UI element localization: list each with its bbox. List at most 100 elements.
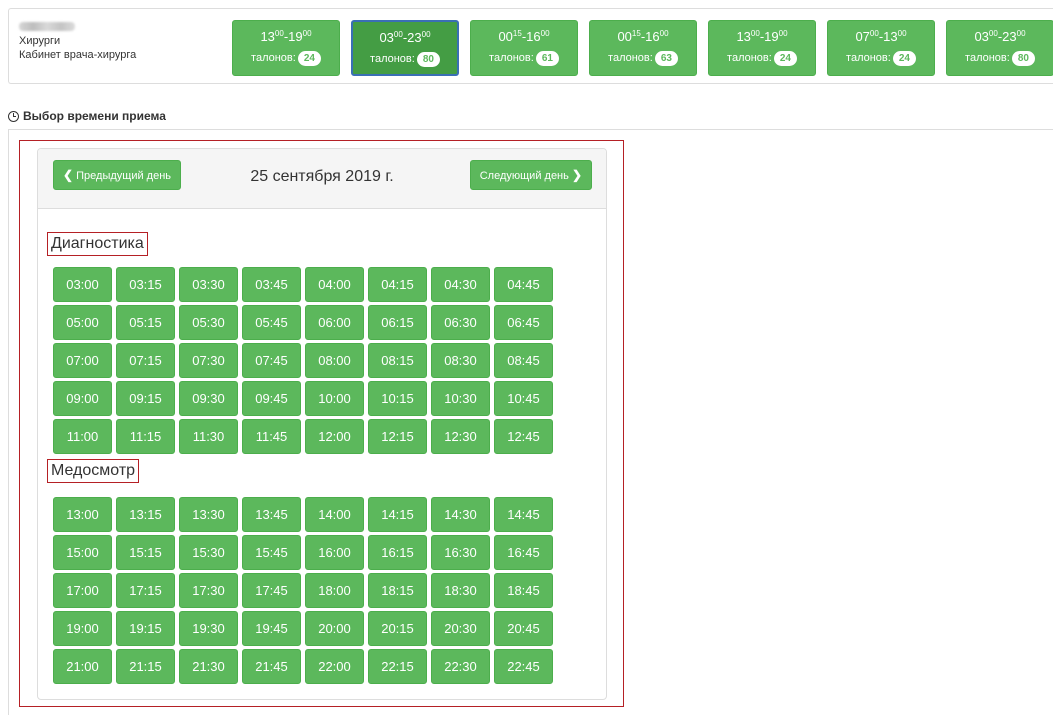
time-slot-button[interactable]: 11:45: [242, 419, 301, 454]
time-slot-button[interactable]: 18:15: [368, 573, 427, 608]
time-slot-button[interactable]: 09:00: [53, 381, 112, 416]
time-slot-button[interactable]: 10:30: [431, 381, 490, 416]
time-slot-button[interactable]: 20:30: [431, 611, 490, 646]
time-slot-button[interactable]: 08:15: [368, 343, 427, 378]
time-slot-button[interactable]: 14:30: [431, 497, 490, 532]
start-hour: 03: [379, 30, 394, 45]
end-hour: 23: [407, 30, 422, 45]
time-slot-button[interactable]: 11:00: [53, 419, 112, 454]
time-slot-button[interactable]: 18:45: [494, 573, 553, 608]
time-slot-button[interactable]: 16:00: [305, 535, 364, 570]
schedule-slot[interactable]: 0700-1300 талонов: 24: [827, 20, 935, 76]
time-slot-button[interactable]: 08:00: [305, 343, 364, 378]
time-slot-button[interactable]: 06:45: [494, 305, 553, 340]
time-slot-button[interactable]: 13:15: [116, 497, 175, 532]
schedule-slot[interactable]: 0015-1600 талонов: 61: [470, 20, 578, 76]
next-day-label: Следующий день: [479, 170, 569, 182]
time-slot-button[interactable]: 09:30: [179, 381, 238, 416]
time-slot-button[interactable]: 19:15: [116, 611, 175, 646]
time-slot-button[interactable]: 04:45: [494, 267, 553, 302]
time-slot-button[interactable]: 03:00: [53, 267, 112, 302]
time-slot-button[interactable]: 14:00: [305, 497, 364, 532]
time-slot-button[interactable]: 06:15: [368, 305, 427, 340]
time-slot-button[interactable]: 12:15: [368, 419, 427, 454]
end-minute: 00: [778, 29, 788, 38]
doctor-name-redacted: [19, 22, 75, 31]
time-slot-button[interactable]: 14:15: [368, 497, 427, 532]
time-slot-button[interactable]: 10:45: [494, 381, 553, 416]
tickets-count-badge: 63: [654, 51, 678, 66]
time-slot-button[interactable]: 05:15: [116, 305, 175, 340]
time-slot-button[interactable]: 04:00: [305, 267, 364, 302]
time-slot-button[interactable]: 03:15: [116, 267, 175, 302]
time-slot-button[interactable]: 10:00: [305, 381, 364, 416]
schedule-slot[interactable]: 0300-2300 талонов: 80: [946, 20, 1053, 76]
time-slot-button[interactable]: 03:45: [242, 267, 301, 302]
time-slot-button[interactable]: 11:15: [116, 419, 175, 454]
time-slot-button[interactable]: 17:15: [116, 573, 175, 608]
time-slot-button[interactable]: 16:45: [494, 535, 553, 570]
time-slot-button[interactable]: 04:15: [368, 267, 427, 302]
schedule-slot[interactable]: 1300-1900 талонов: 24: [708, 20, 816, 76]
time-slot-button[interactable]: 14:45: [494, 497, 553, 532]
time-slot-button[interactable]: 22:30: [431, 649, 490, 684]
time-slot-button[interactable]: 22:45: [494, 649, 553, 684]
time-slot-button[interactable]: 12:00: [305, 419, 364, 454]
time-slot-button[interactable]: 15:30: [179, 535, 238, 570]
time-slot-button[interactable]: 20:45: [494, 611, 553, 646]
time-slot-button[interactable]: 15:15: [116, 535, 175, 570]
time-slot-button[interactable]: 05:45: [242, 305, 301, 340]
time-slot-button[interactable]: 18:30: [431, 573, 490, 608]
time-slot-button[interactable]: 15:45: [242, 535, 301, 570]
time-slot-button[interactable]: 09:45: [242, 381, 301, 416]
time-slot-button[interactable]: 07:00: [53, 343, 112, 378]
time-slot-button[interactable]: 21:45: [242, 649, 301, 684]
time-slot-button[interactable]: 21:30: [179, 649, 238, 684]
time-slot-button[interactable]: 03:30: [179, 267, 238, 302]
time-slot-button[interactable]: 20:15: [368, 611, 427, 646]
time-slot-button[interactable]: 10:15: [368, 381, 427, 416]
slot-time-range: 0300-2300: [974, 29, 1026, 44]
time-slot-button[interactable]: 19:00: [53, 611, 112, 646]
time-slot-button[interactable]: 21:15: [116, 649, 175, 684]
time-slot-button[interactable]: 08:45: [494, 343, 553, 378]
time-slot-button[interactable]: 07:15: [116, 343, 175, 378]
time-slot-button[interactable]: 19:45: [242, 611, 301, 646]
time-slot-button[interactable]: 18:00: [305, 573, 364, 608]
section-title: Выбор времени приема: [8, 109, 166, 123]
time-slot-button[interactable]: 06:30: [431, 305, 490, 340]
time-slot-button[interactable]: 11:30: [179, 419, 238, 454]
time-slot-button[interactable]: 04:30: [431, 267, 490, 302]
clock-icon: [8, 110, 19, 122]
schedule-slot[interactable]: 0015-1600 талонов: 63: [589, 20, 697, 76]
time-slot-button[interactable]: 13:45: [242, 497, 301, 532]
time-slot-button[interactable]: 17:45: [242, 573, 301, 608]
time-slot-button[interactable]: 21:00: [53, 649, 112, 684]
next-day-button[interactable]: Следующий день ❯: [469, 160, 592, 190]
group-label-diagnostics: Диагностика: [47, 232, 148, 256]
schedule-slot[interactable]: 1300-1900 талонов: 24: [232, 20, 340, 76]
time-slot-button[interactable]: 22:15: [368, 649, 427, 684]
time-slot-button[interactable]: 20:00: [305, 611, 364, 646]
time-slot-button[interactable]: 05:00: [53, 305, 112, 340]
time-slot-button[interactable]: 09:15: [116, 381, 175, 416]
time-slot-button[interactable]: 07:30: [179, 343, 238, 378]
tickets-count-badge: 24: [892, 51, 916, 66]
time-slot-button[interactable]: 17:30: [179, 573, 238, 608]
time-slot-button[interactable]: 19:30: [179, 611, 238, 646]
time-slot-button[interactable]: 05:30: [179, 305, 238, 340]
time-slot-button[interactable]: 12:30: [431, 419, 490, 454]
time-slot-button[interactable]: 06:00: [305, 305, 364, 340]
time-slot-button[interactable]: 16:30: [431, 535, 490, 570]
time-slot-button[interactable]: 12:45: [494, 419, 553, 454]
time-slot-button[interactable]: 16:15: [368, 535, 427, 570]
time-slot-button[interactable]: 13:00: [53, 497, 112, 532]
schedule-slot[interactable]: 0300-2300 талонов: 80: [351, 20, 459, 76]
time-slot-button[interactable]: 17:00: [53, 573, 112, 608]
time-slot-button[interactable]: 13:30: [179, 497, 238, 532]
time-slot-button[interactable]: 08:30: [431, 343, 490, 378]
time-slot-button[interactable]: 15:00: [53, 535, 112, 570]
tickets-label: талонов:: [251, 52, 296, 64]
time-slot-button[interactable]: 22:00: [305, 649, 364, 684]
time-slot-button[interactable]: 07:45: [242, 343, 301, 378]
